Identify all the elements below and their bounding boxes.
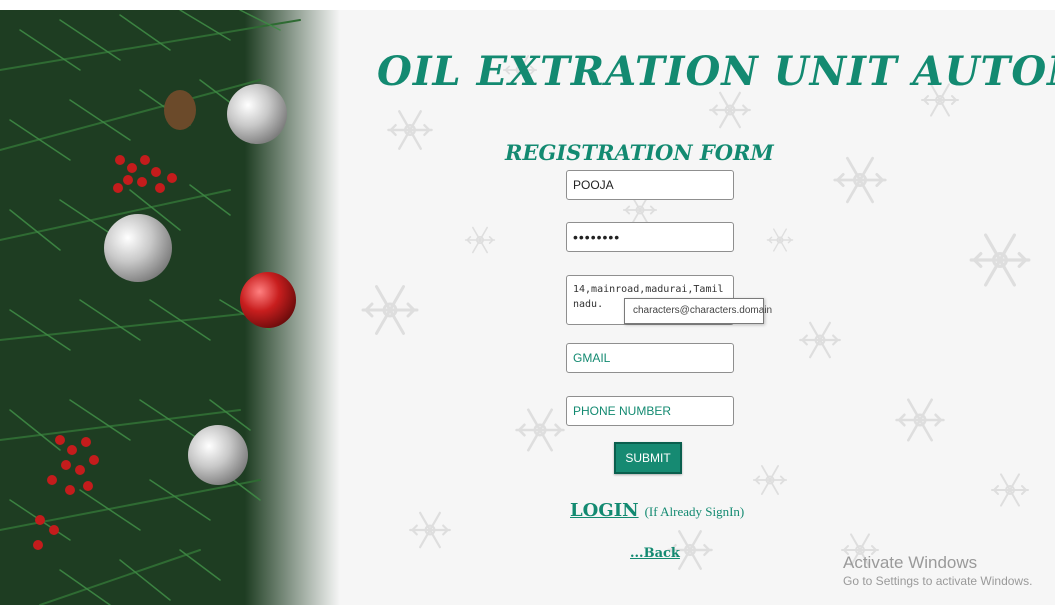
watermark-title: Activate Windows	[843, 553, 978, 572]
username-field[interactable]	[566, 170, 734, 200]
watermark-subtitle: Go to Settings to activate Windows.	[843, 574, 1033, 588]
submit-button[interactable]: SUBMIT	[614, 442, 682, 474]
page-title: OIL EXTRATION UNIT AUTOMATION	[377, 48, 1055, 95]
christmas-branch-image	[0, 10, 340, 605]
activate-windows-watermark: Activate Windows Go to Settings to activ…	[843, 553, 1032, 589]
back-link[interactable]: ...Back	[630, 546, 680, 561]
login-note: (If Already SignIn)	[644, 504, 745, 519]
form-heading: REGISTRATION FORM	[505, 140, 774, 165]
login-row: LOGIN (If Already SignIn)	[570, 500, 744, 521]
login-link[interactable]: LOGIN	[570, 500, 639, 521]
email-field[interactable]	[566, 343, 734, 373]
email-format-tooltip: characters@characters.domain	[624, 298, 772, 324]
phone-number-field[interactable]	[566, 396, 734, 426]
top-strip	[0, 0, 1055, 10]
page-stage: OIL EXTRATION UNIT AUTOMATION REGISTRATI…	[0, 0, 1055, 605]
password-field[interactable]	[566, 222, 734, 252]
